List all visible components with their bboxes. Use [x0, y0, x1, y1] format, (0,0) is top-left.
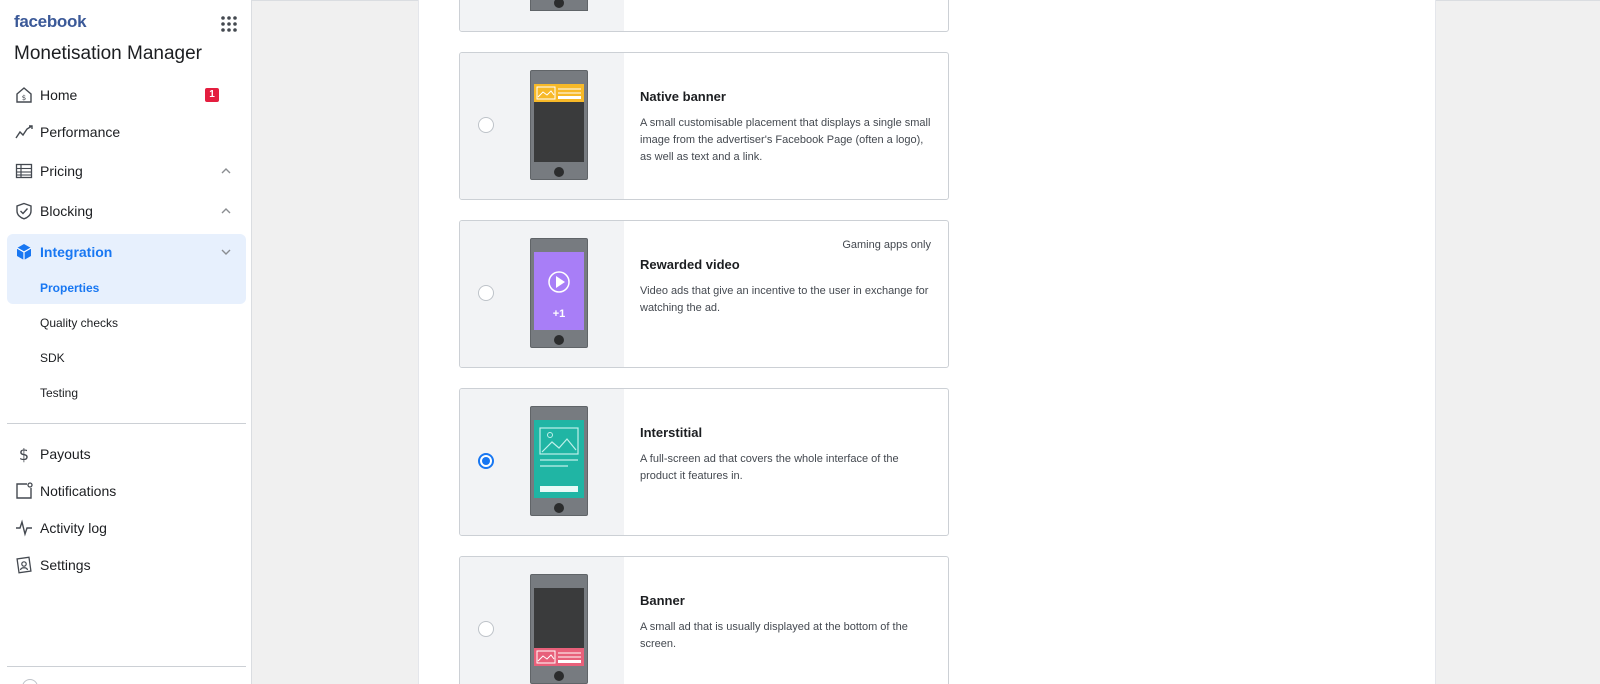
format-card-rewarded-video[interactable]: +1 Gaming apps only Rewarded video Video… [459, 220, 949, 368]
format-tag: Gaming apps only [842, 239, 931, 251]
sidebar-item-label: Settings [40, 557, 91, 573]
phone-home-button [554, 0, 564, 8]
sidebar-item-label: Home [40, 87, 78, 103]
trend-line-icon [15, 125, 33, 139]
home-icon: $ [16, 87, 32, 103]
format-title: Banner [640, 593, 685, 608]
phone-screen [534, 84, 584, 162]
phone-home-button [554, 167, 564, 177]
sidebar-item-label: Integration [40, 244, 113, 260]
dollar-icon: $ [19, 445, 29, 463]
format-card-partial[interactable] [459, 0, 949, 32]
sidebar-item-blocking[interactable]: Blocking [7, 193, 246, 229]
format-description: Video ads that give an incentive to the … [640, 285, 929, 314]
phone-illustration [530, 406, 588, 516]
facebook-logo[interactable]: facebook [14, 12, 87, 32]
phone-home-button [554, 671, 564, 681]
svg-text:$: $ [22, 94, 26, 102]
sidebar-item-integration[interactable]: Integration [7, 234, 246, 270]
sidebar-item-activity-log[interactable]: Activity log [7, 510, 246, 546]
sidebar-item-payouts[interactable]: $ Payouts [7, 436, 246, 472]
notification-badge: 1 [205, 88, 219, 102]
sidebar-item-label: Payouts [40, 446, 91, 462]
sidebar-divider [7, 423, 246, 424]
settings-icon [16, 556, 32, 574]
sidebar-subitem-sdk[interactable]: SDK [40, 351, 65, 365]
format-radio-selected[interactable] [478, 453, 494, 469]
banner-preview [534, 648, 584, 666]
phone-screen [534, 420, 584, 498]
chevron-up-icon[interactable] [220, 165, 232, 177]
phone-home-button [554, 503, 564, 513]
format-radio[interactable] [478, 285, 494, 301]
format-title: Rewarded video [640, 257, 740, 272]
format-radio[interactable] [478, 621, 494, 637]
reward-label: +1 [552, 308, 566, 320]
sidebar-item-pricing[interactable]: Pricing [7, 153, 246, 189]
phone-illustration [530, 70, 588, 180]
format-card-banner[interactable]: Banner A small ad that is usually displa… [459, 556, 949, 684]
format-description: A small ad that is usually displayed at … [640, 621, 908, 650]
pulse-icon [16, 519, 32, 537]
svg-text:$: $ [19, 445, 29, 463]
sidebar-item-label: Activity log [40, 520, 107, 536]
format-description: A small customisable placement that disp… [640, 117, 931, 163]
format-card-native-banner[interactable]: Native banner A small customisable place… [459, 52, 949, 200]
chevron-up-icon[interactable] [220, 205, 232, 217]
sidebar-item-performance[interactable]: Performance [7, 114, 246, 150]
phone-illustration [530, 574, 588, 684]
notification-icon [16, 482, 33, 499]
app-title: Monetisation Manager [14, 43, 202, 64]
sidebar-item-label: Notifications [40, 483, 117, 499]
format-description: A full-screen ad that covers the whole i… [640, 453, 899, 482]
sidebar-subitem-quality-checks[interactable]: Quality checks [40, 316, 118, 330]
sidebar-bottom-divider [7, 666, 246, 667]
apps-grid-icon[interactable] [220, 15, 238, 33]
avatar[interactable] [22, 679, 38, 684]
sidebar-item-home[interactable]: $ Home 1 [7, 77, 246, 113]
sidebar-item-settings[interactable]: Settings [7, 547, 246, 583]
sidebar-item-label: Performance [40, 124, 121, 140]
interstitial-preview [539, 427, 579, 492]
sidebar-item-notifications[interactable]: Notifications [7, 473, 246, 509]
format-title: Interstitial [640, 425, 703, 440]
cube-icon [16, 244, 32, 260]
phone-home-button [554, 335, 564, 345]
sidebar: facebook Monetisation Manager $ Home 1 P… [0, 0, 252, 684]
sidebar-item-label: Pricing [40, 163, 83, 179]
sidebar-subitem-properties[interactable]: Properties [40, 281, 99, 295]
format-card-interstitial[interactable]: Interstitial A full-screen ad that cover… [459, 388, 949, 536]
native-banner-preview [534, 84, 584, 102]
phone-illustration [530, 0, 588, 11]
phone-screen: +1 [534, 252, 584, 330]
chevron-down-icon[interactable] [220, 246, 232, 258]
sidebar-subitem-testing[interactable]: Testing [40, 386, 78, 400]
shield-check-icon [16, 202, 32, 220]
phone-screen [534, 588, 584, 666]
pricing-table-icon [15, 163, 33, 179]
format-radio[interactable] [478, 117, 494, 133]
format-title: Native banner [640, 89, 726, 104]
phone-illustration: +1 [530, 238, 588, 348]
sidebar-item-label: Blocking [40, 203, 93, 219]
